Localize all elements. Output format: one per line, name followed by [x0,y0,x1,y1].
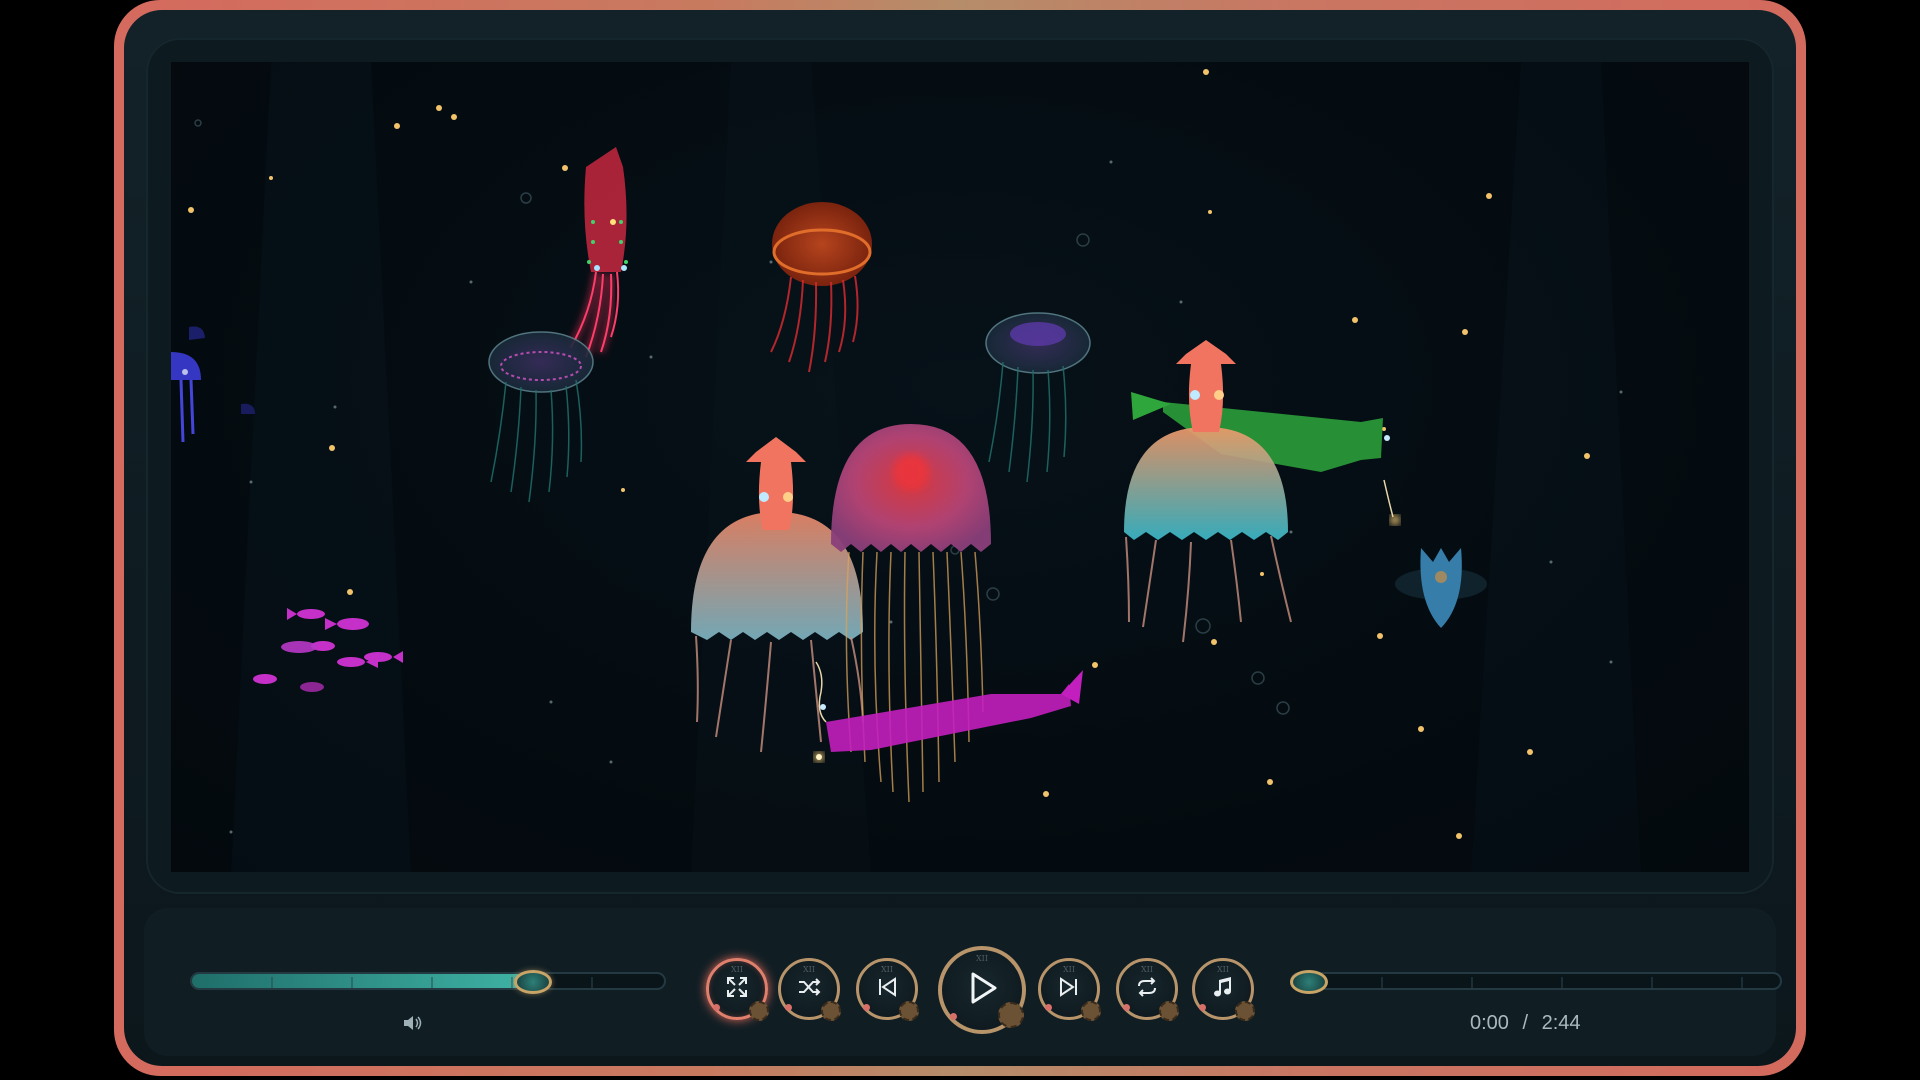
gear-icon [899,1001,919,1021]
dial-numeral: XII [802,965,815,974]
indicator-dot [863,1004,870,1011]
play-icon [961,967,1003,1013]
current-time: 0:00 [1470,1012,1509,1034]
dial-numeral: XII [730,965,743,974]
gear-icon [821,1001,841,1021]
music-button[interactable]: XII [1192,958,1255,1021]
gear-icon [749,1001,769,1021]
gear-icon [1081,1001,1101,1021]
dial-numeral: XII [1140,965,1153,974]
dial-numeral: XII [880,965,893,974]
time-display: 0:00 / 2:44 [1470,1012,1581,1035]
indicator-dot [950,1013,957,1020]
seek-slider[interactable] [1290,972,1782,990]
aquarium-artwork [171,62,1641,872]
music-note-icon [1210,974,1236,1004]
repeat-button[interactable]: XII [1116,958,1179,1021]
gear-icon [998,1002,1024,1028]
gear-icon [1159,1001,1179,1021]
gear-icon [1235,1001,1255,1021]
previous-button[interactable]: XII [856,958,919,1021]
aquarium-scene [171,62,1749,872]
shuffle-icon [796,974,822,1004]
device-bezel: XII XII XII XII XII XII XII 0:00 / 2:44 [124,10,1796,1066]
play-button[interactable]: XII [938,946,1026,1034]
device-frame: XII XII XII XII XII XII XII 0:00 / 2:44 [114,0,1806,1076]
seek-slider-thumb[interactable] [1290,970,1328,994]
next-button[interactable]: XII [1038,958,1101,1021]
volume-ticks [271,977,593,988]
indicator-dot [785,1004,792,1011]
skip-forward-icon [1056,974,1082,1004]
volume-slider-thumb[interactable] [513,970,552,994]
dial-numeral: XII [1062,965,1075,974]
seek-ticks [1381,977,1743,988]
skip-back-icon [874,974,900,1004]
shuffle-button[interactable]: XII [778,958,841,1021]
time-separator: / [1522,1012,1529,1034]
indicator-dot [1045,1004,1052,1011]
dial-numeral: XII [975,954,988,963]
indicator-dot [1123,1004,1130,1011]
total-time: 2:44 [1541,1012,1581,1034]
dial-numeral: XII [1216,965,1229,974]
repeat-icon [1134,974,1160,1004]
speaker-icon[interactable] [402,1014,424,1036]
fullscreen-button[interactable]: XII [706,958,769,1021]
volume-slider[interactable] [190,972,666,990]
indicator-dot [713,1004,720,1011]
expand-icon [724,974,750,1004]
playback-controls: XII XII XII XII XII XII XII 0:00 / 2:44 [144,908,1782,1056]
indicator-dot [1199,1004,1206,1011]
